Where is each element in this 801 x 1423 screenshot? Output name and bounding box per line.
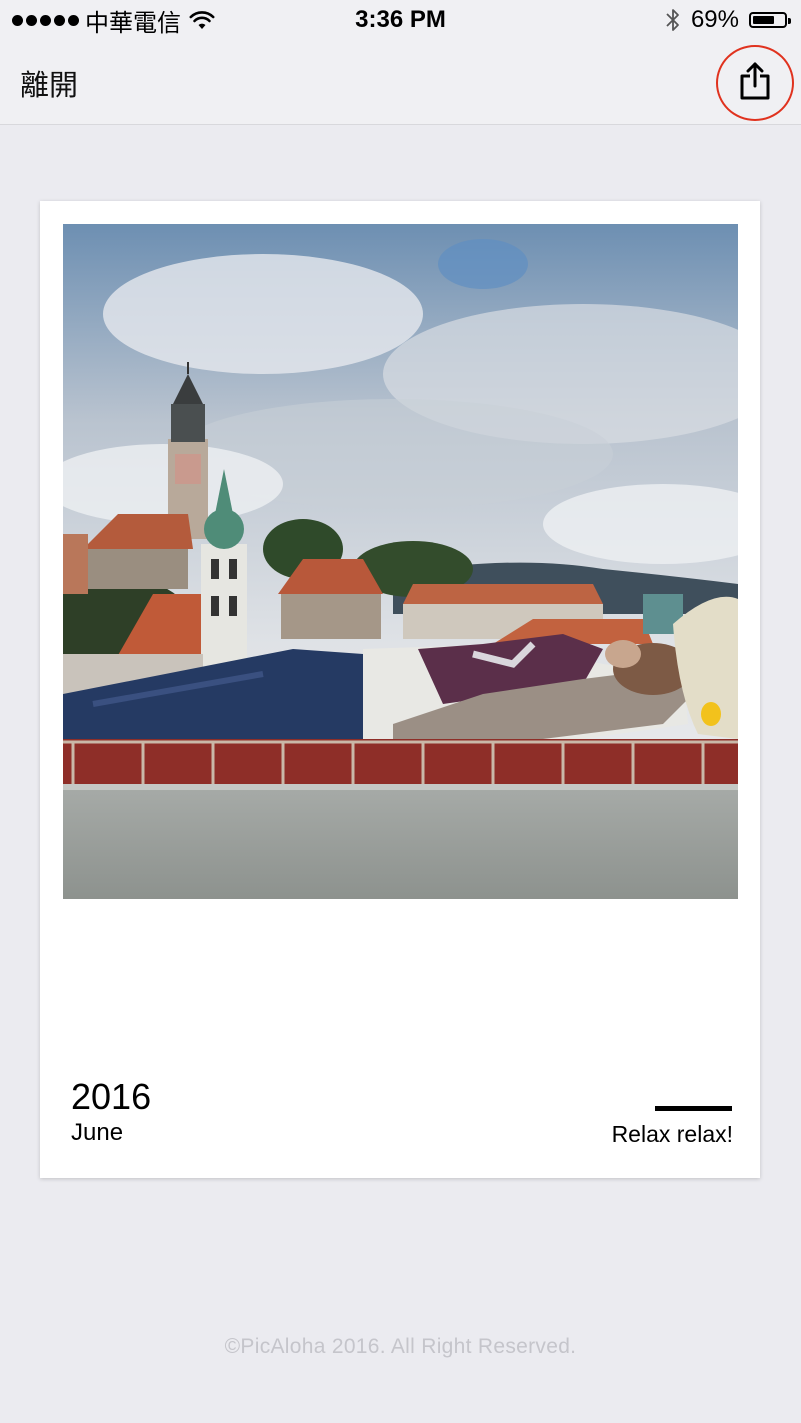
battery-level <box>753 16 774 24</box>
share-button[interactable] <box>716 45 794 121</box>
photo-card: 2016 June Relax relax! <box>40 201 760 1178</box>
photo-image <box>63 224 738 899</box>
caption-rule <box>655 1106 732 1111</box>
battery-icon <box>749 12 791 28</box>
battery-percentage: 69% <box>690 6 739 33</box>
status-bar: 中華電信 3:36 PM 69% <box>0 0 801 40</box>
status-right: 69% <box>665 4 791 36</box>
navigation-bar: 離開 <box>0 40 801 125</box>
exit-button[interactable]: 離開 <box>20 62 78 104</box>
copyright-footer: ©PicAloha 2016. All Right Reserved. <box>224 1335 577 1358</box>
share-icon <box>740 62 770 100</box>
photo-month: June <box>71 1119 124 1146</box>
photo-year: 2016 <box>71 1076 152 1117</box>
photo <box>63 224 738 899</box>
bluetooth-icon <box>666 9 679 31</box>
photo-caption: Relax relax! <box>611 1121 733 1147</box>
